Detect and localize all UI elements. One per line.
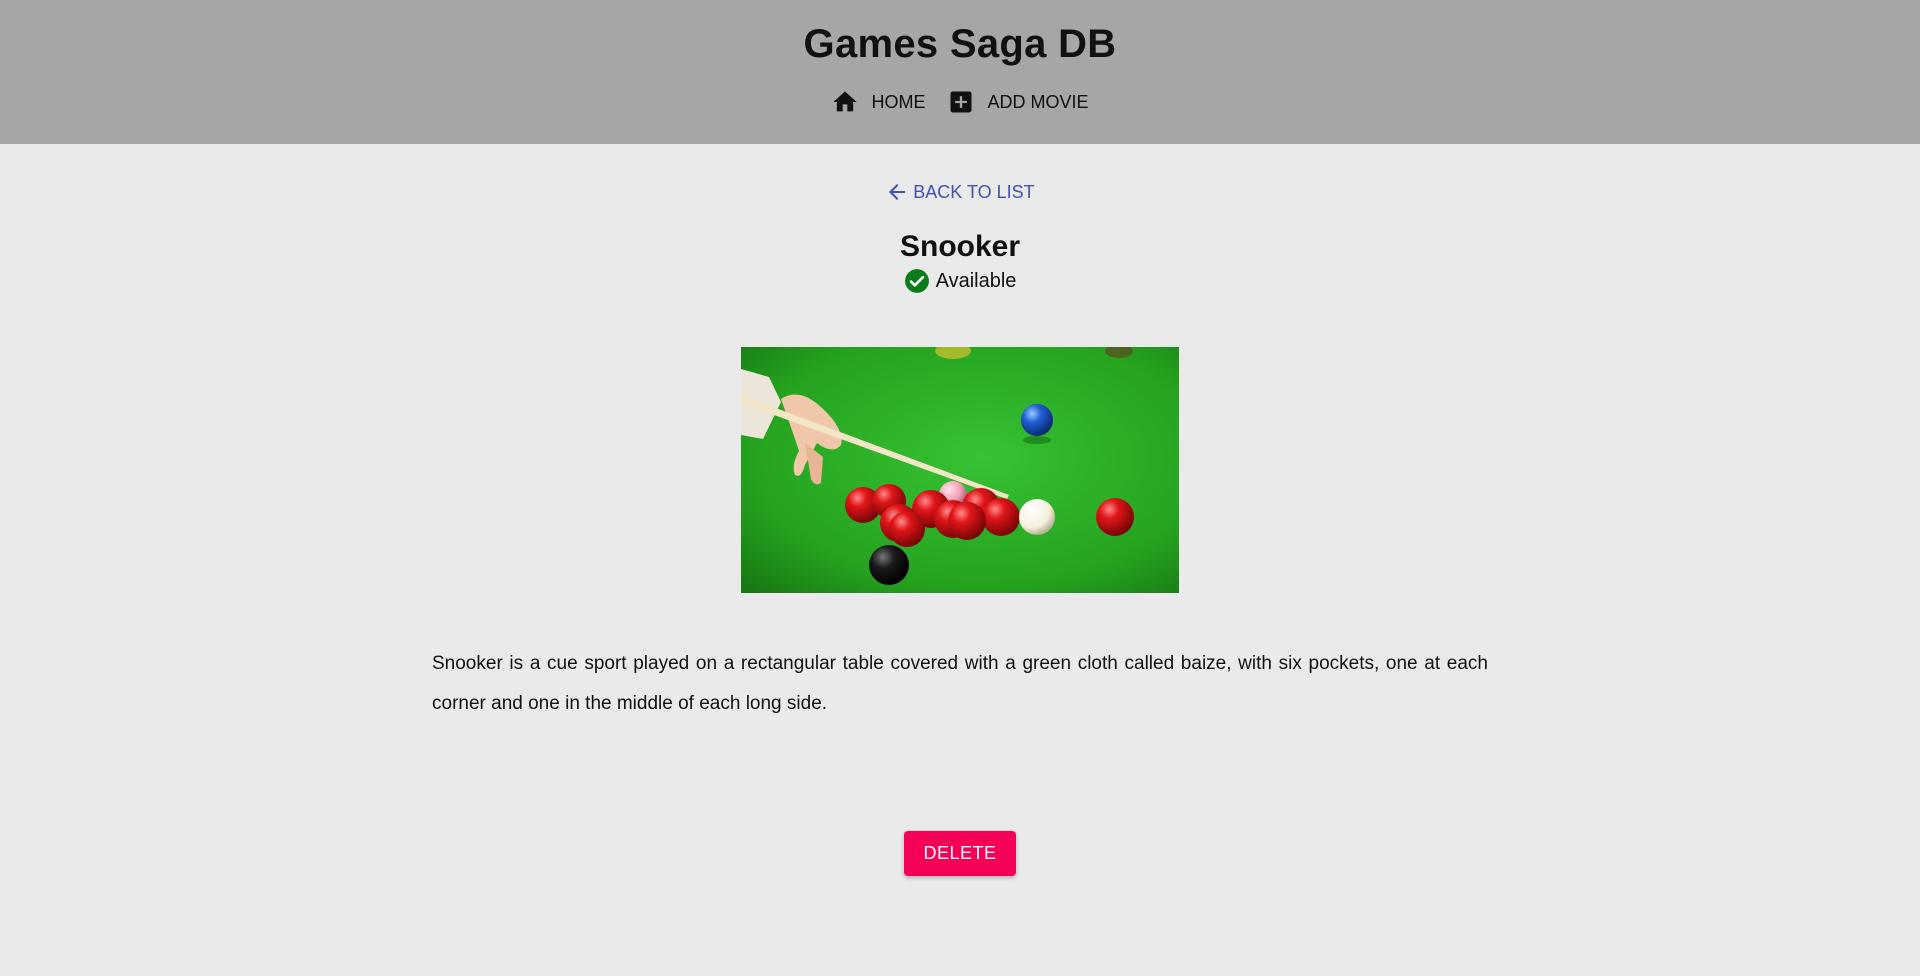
nav-home-link[interactable]: HOME: [831, 88, 925, 116]
nav-add-movie-label: ADD MOVIE: [987, 91, 1089, 112]
arrow-left-icon: [889, 184, 906, 200]
app-title: Games Saga DB: [803, 22, 1117, 66]
game-image: [741, 347, 1179, 593]
add-box-icon: [950, 91, 972, 113]
game-description: Snooker is a cue sport played on a recta…: [432, 653, 1488, 714]
game-title: Snooker: [899, 230, 1021, 263]
snooker-photo: [741, 347, 1179, 593]
availability-status: Available: [0, 268, 1920, 294]
main-nav: HOME ADD MOVIE: [0, 88, 1920, 116]
delete-button[interactable]: DELETE: [904, 831, 1016, 876]
home-icon: [833, 91, 858, 112]
nav-home-label: HOME: [871, 91, 926, 112]
back-to-list-link[interactable]: BACK TO LIST: [0, 180, 1920, 204]
app-header: Games Saga DB HOME ADD MOVIE: [0, 0, 1920, 144]
nav-add-movie-link[interactable]: ADD MOVIE: [947, 88, 1089, 116]
availability-label: Available: [935, 269, 1017, 292]
back-to-list-label: BACK TO LIST: [913, 181, 1035, 202]
check-circle-icon: [904, 269, 929, 293]
